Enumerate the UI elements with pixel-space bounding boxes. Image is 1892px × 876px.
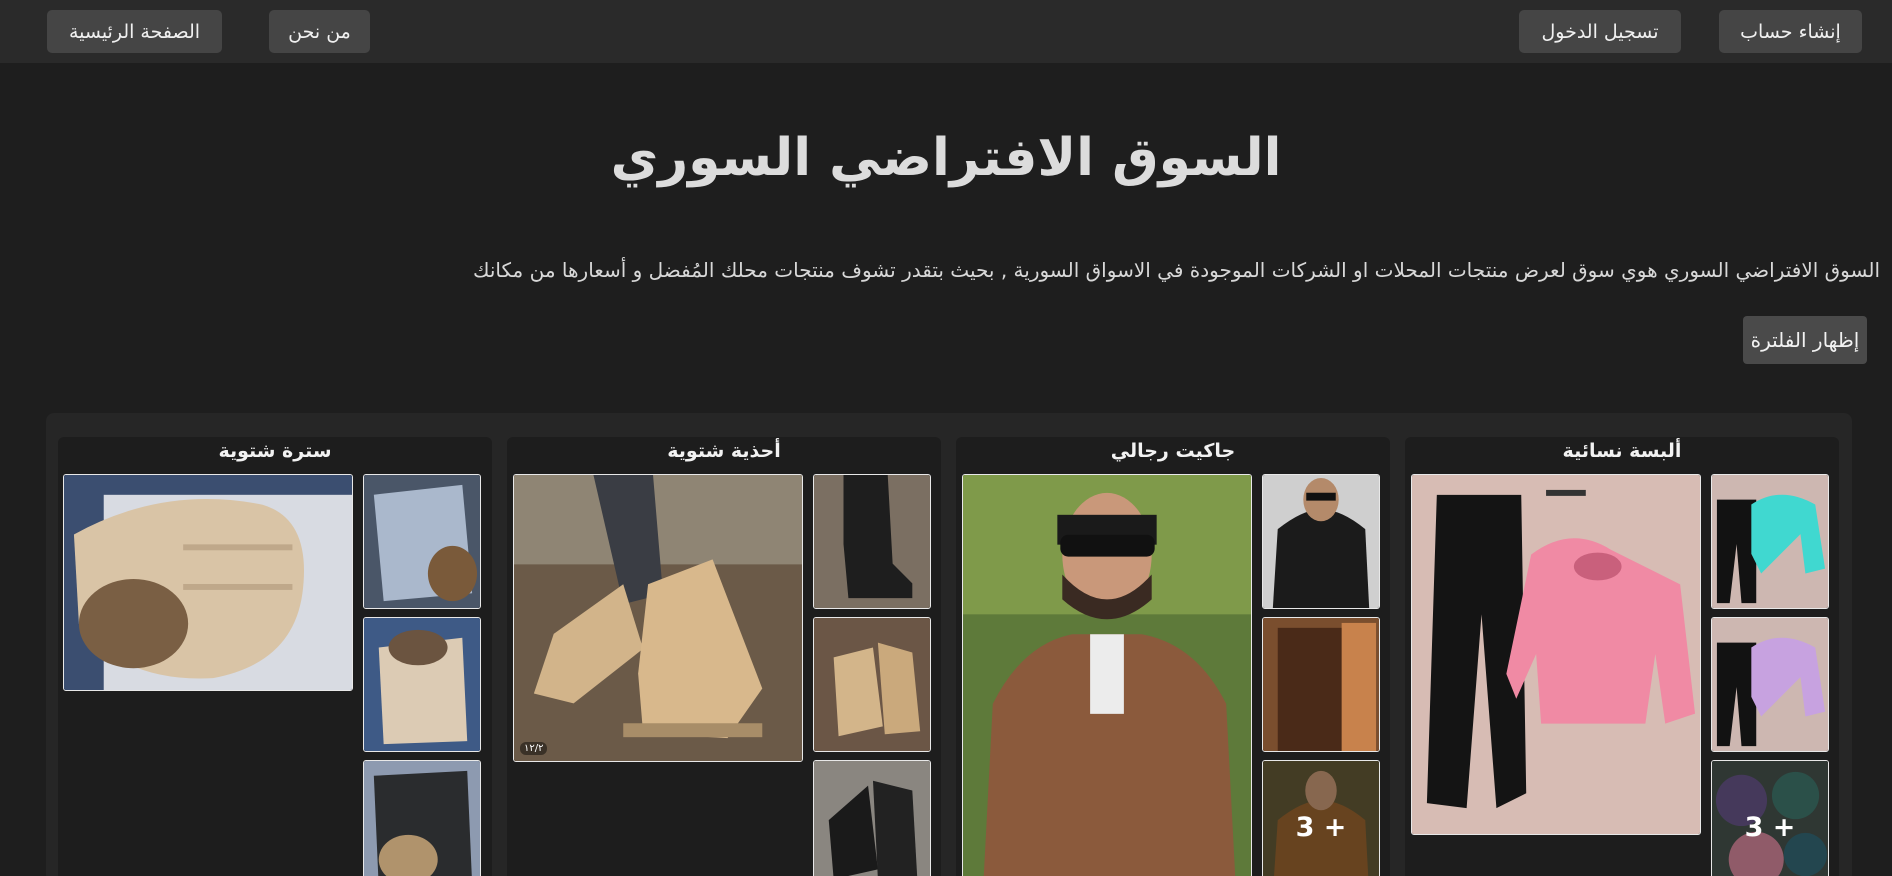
show-filter-button[interactable]: إظهار الفلترة [1743,316,1867,364]
home-button[interactable]: الصفحة الرئيسية [47,10,222,53]
category-title: أحذية شتوية [667,440,781,462]
product-main-image[interactable] [63,474,353,691]
category-card-winter-shoes[interactable]: أحذية شتوية ١٢/٢ [507,437,941,876]
product-thumbnail[interactable] [813,617,931,752]
login-button[interactable]: تسجيل الدخول [1519,10,1681,53]
category-card-mens-jacket[interactable]: جاكيت رجالي 3 + [956,437,1390,876]
more-images-count: 3 + [1712,761,1828,876]
product-thumbnail[interactable] [1711,617,1829,752]
category-title: جاكيت رجالي [1110,440,1236,462]
about-button[interactable]: من نحن [269,10,370,53]
product-thumbnail[interactable] [813,760,931,876]
product-main-image[interactable] [962,474,1252,876]
category-title: سترة شتوية [218,440,332,462]
product-main-image[interactable]: ١٢/٢ [513,474,803,762]
product-thumbnail[interactable] [363,617,481,752]
image-page-badge: ١٢/٢ [520,742,548,755]
signup-button[interactable]: إنشاء حساب [1719,10,1862,53]
product-thumbnail[interactable] [1262,474,1380,609]
page-title: السوق الافتراضي السوري [610,128,1282,188]
category-card-womens-clothing[interactable]: ألبسة نسائية 3 + [1405,437,1839,876]
product-main-image[interactable] [1411,474,1701,835]
product-thumbnail-more[interactable]: 3 + [1262,760,1380,876]
product-thumbnail[interactable] [363,760,481,876]
more-images-count: 3 + [1263,761,1379,876]
category-title: ألبسة نسائية [1562,440,1682,462]
category-card-winter-coat[interactable]: سترة شتوية [58,437,492,876]
top-navbar: الصفحة الرئيسية من نحن تسجيل الدخول إنشا… [0,0,1892,63]
product-thumbnail[interactable] [1711,474,1829,609]
product-thumbnail[interactable] [363,474,481,609]
site-description: السوق الافتراضي السوري هوي سوق لعرض منتج… [472,258,1880,282]
product-thumbnail-more[interactable]: 3 + [1711,760,1829,876]
product-thumbnail[interactable] [813,474,931,609]
product-thumbnail[interactable] [1262,617,1380,752]
